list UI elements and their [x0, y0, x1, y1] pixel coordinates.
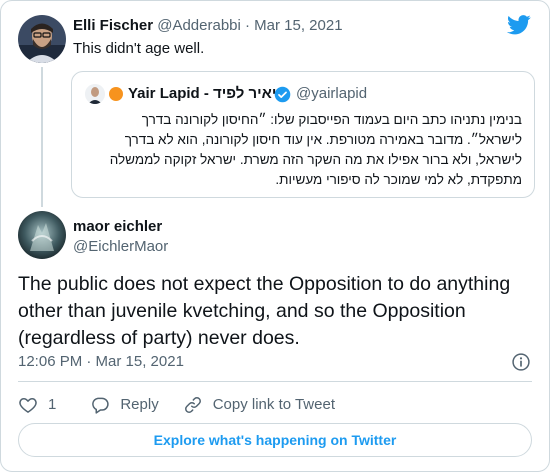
divider: [18, 381, 532, 382]
tweet-embed-card: Elli Fischer @Adderabbi · Mar 15, 2021 T…: [0, 0, 550, 472]
reply-button[interactable]: Reply: [90, 395, 159, 415]
link-icon: [184, 397, 201, 413]
info-icon[interactable]: [511, 352, 531, 372]
author-handle-and-date[interactable]: @Adderabbi · Mar 15, 2021: [157, 17, 342, 34]
avatar[interactable]: [18, 15, 66, 63]
like-count: 1: [48, 396, 57, 413]
tweet-timestamp[interactable]: 12:06 PM · Mar 15, 2021: [18, 352, 184, 372]
heart-icon: [19, 398, 37, 413]
author-name: Yair Lapid - יאיר לפיד: [128, 85, 277, 102]
parent-tweet-header: Elli Fischer @Adderabbi · Mar 15, 2021: [73, 16, 343, 36]
like-button[interactable]: 1: [18, 395, 56, 415]
reply-icon: [92, 397, 110, 414]
avatar: [85, 84, 105, 104]
author-handle[interactable]: @EichlerMaor: [73, 237, 168, 257]
badge-icon: [109, 87, 123, 101]
author-name[interactable]: maor eichler: [73, 217, 162, 237]
explore-twitter-button[interactable]: Explore what's happening on Twitter: [18, 423, 532, 457]
author-handle: @yairlapid: [296, 85, 368, 102]
author-name[interactable]: Elli Fischer: [73, 17, 153, 34]
quoted-tweet[interactable]: Yair Lapid - יאיר לפיד @yairlapid בנימין…: [71, 71, 535, 198]
quoted-tweet-text: בנימין נתניהו כתב היום בעמוד הפייסבוק של…: [109, 112, 522, 187]
parent-tweet-text: This didn't age well.: [73, 40, 205, 57]
reply-label: Reply: [120, 396, 159, 413]
thread-connector-line: [41, 67, 43, 207]
tweet-actions: 1 Reply Copy link to Tweet: [18, 393, 335, 417]
twitter-bird-icon[interactable]: [507, 15, 531, 35]
tweet-text: The public does not expect the Oppositio…: [18, 273, 511, 349]
copy-link-button[interactable]: Copy link to Tweet: [183, 395, 335, 415]
avatar[interactable]: [18, 211, 66, 259]
copy-link-label: Copy link to Tweet: [212, 396, 335, 413]
verified-badge-icon: [274, 86, 291, 103]
